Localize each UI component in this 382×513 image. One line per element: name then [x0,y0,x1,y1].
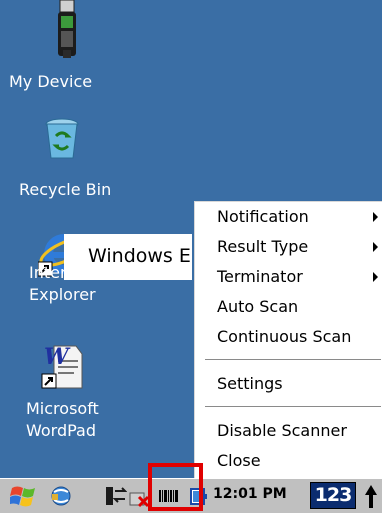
menu-item-label: Auto Scan [217,297,299,316]
clock[interactable]: 12:01 PM [213,486,287,502]
submenu-arrow-icon [373,242,378,252]
submenu-arrow-icon [373,212,378,222]
desktop-icon-wordpad[interactable]: W Microsoft WordPad [0,340,130,440]
desktop-icon-internet-explorer[interactable]: Windows E Internet Explorer [0,226,200,336]
menu-item-label: Result Type [217,237,309,256]
up-arrow-icon[interactable] [364,484,378,510]
desktop-icon-recycle-bin[interactable]: Recycle Bin [0,118,130,199]
menu-item-terminator[interactable]: Terminator [195,262,382,292]
ie-window-title: Windows E [88,245,191,267]
desktop-icon-label: Internet [29,263,93,282]
svg-text:W: W [44,344,71,370]
taskbar: 12:01 PM 123 [0,478,382,513]
input-panel-button[interactable]: 123 [310,482,356,509]
desktop-icon-label: WordPad [26,421,97,440]
menu-item-settings[interactable]: Settings [195,369,382,399]
wordpad-icon: W [41,344,83,389]
menu-item-result-type[interactable]: Result Type [195,232,382,262]
desktop-icon-label: Microsoft [26,399,99,418]
disconnected-icon[interactable] [128,489,150,509]
menu-item-label: Continuous Scan [217,327,352,346]
menu-item-close[interactable]: Close [195,446,382,476]
menu-item-label: Terminator [217,267,303,286]
start-icon[interactable] [10,483,38,509]
desktop-icon-label: My Device [9,72,93,91]
desktop-icon-my-device[interactable]: My Device [0,0,130,100]
menu-separator [205,406,381,407]
submenu-arrow-icon [373,272,378,282]
network-icon[interactable] [50,484,72,508]
menu-item-continuous-scan[interactable]: Continuous Scan [195,322,382,352]
menu-item-label: Notification [217,207,309,226]
desktop: My Device Recycle Bin Windows E Internet… [0,0,382,513]
scanner-icon[interactable] [158,487,180,505]
battery-icon[interactable] [190,487,208,507]
recycle-bin-icon [45,118,79,159]
device-icon [58,0,76,58]
menu-item-disable-scanner[interactable]: Disable Scanner [195,416,382,446]
menu-item-label: Close [217,451,261,470]
menu-item-label: Disable Scanner [217,421,347,440]
desktop-icon-label: Explorer [29,285,96,304]
menu-separator [205,359,381,360]
connection-icon[interactable] [105,485,127,507]
menu-item-label: Settings [217,374,283,393]
menu-item-notification[interactable]: Notification [195,202,382,232]
menu-item-auto-scan[interactable]: Auto Scan [195,292,382,322]
scanner-context-menu: Notification Result Type Terminator Auto… [194,201,382,478]
desktop-icon-label: Recycle Bin [19,180,112,199]
